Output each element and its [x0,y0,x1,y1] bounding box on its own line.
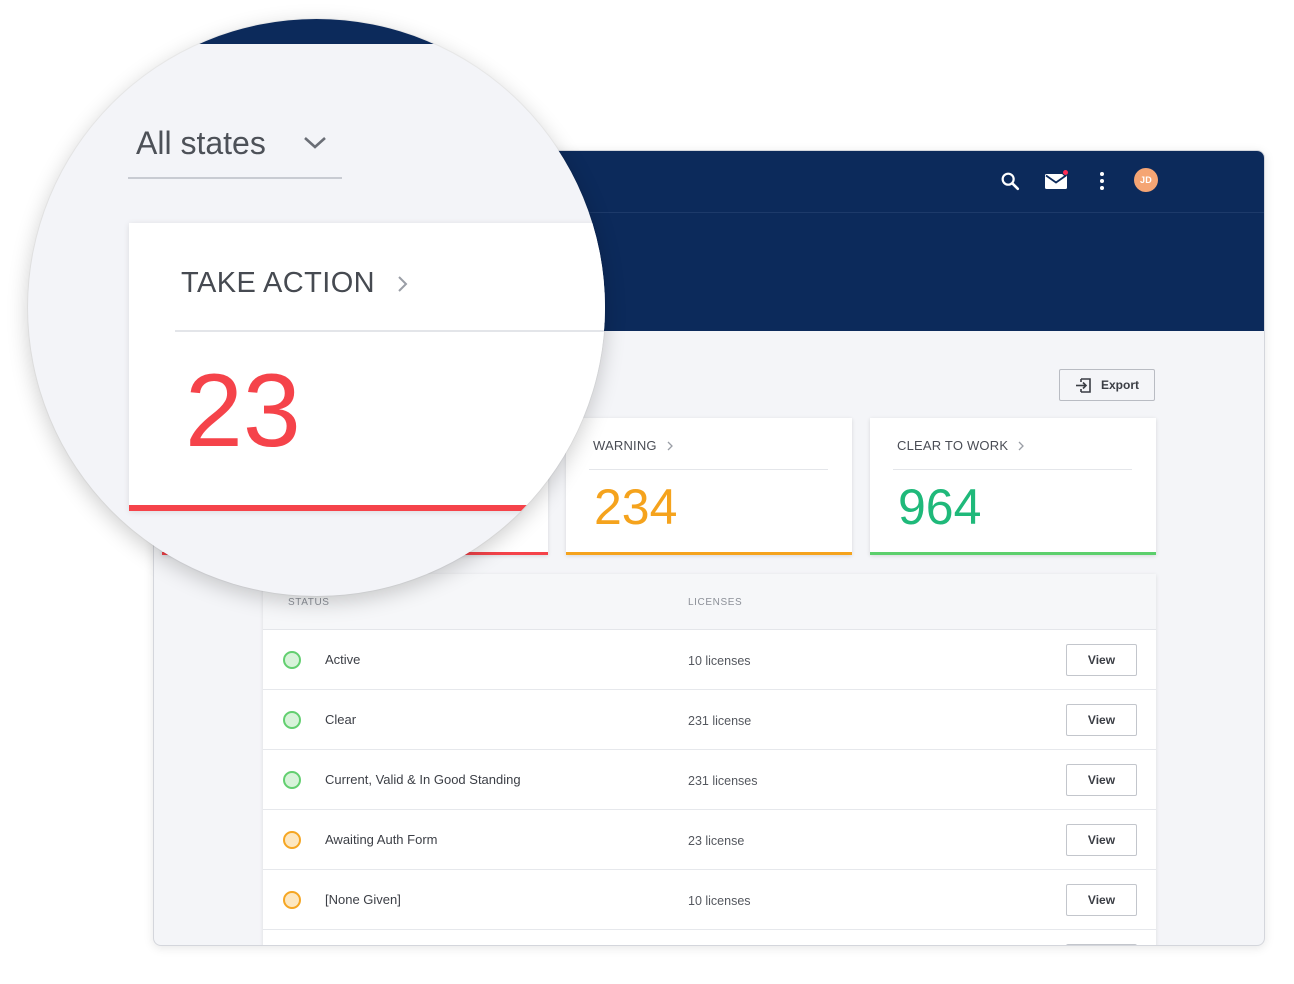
view-button-partial[interactable] [1066,944,1137,945]
table-row: Awaiting Auth Form 23 license View [263,810,1156,870]
export-label: Export [1100,378,1139,392]
card-title[interactable]: CLEAR TO WORK [897,438,1025,453]
view-button[interactable]: View [1066,824,1137,856]
view-button[interactable]: View [1066,644,1137,676]
chevron-right-icon [1018,441,1025,450]
chevron-down-icon [304,137,326,149]
more-vertical-icon[interactable] [1088,167,1116,195]
status-table: STATUS LICENSES Active 10 licenses View … [263,574,1156,945]
card-divider [589,469,828,470]
magnified-navbar [28,19,605,44]
status-dot-orange [283,831,301,849]
card-value: 964 [898,479,982,535]
card-value: 23 [185,353,301,469]
avatar[interactable]: JD [1134,168,1158,192]
license-count: 231 license [688,714,752,728]
license-count: 10 licenses [688,894,751,908]
chevron-right-icon [667,441,673,450]
table-row: [None Given] 10 licenses View [263,870,1156,930]
card-divider [175,330,605,332]
table-row: Clear 231 license View [263,690,1156,750]
table-row [263,930,1156,945]
license-count: 23 license [688,834,745,848]
warning-card[interactable]: WARNING 234 [566,418,852,555]
column-header-licenses[interactable]: LICENSES [688,597,742,608]
status-dot-green [283,771,301,789]
card-title-label: TAKE ACTION [181,267,376,299]
export-icon [1075,377,1091,393]
card-title[interactable]: TAKE ACTION [181,267,408,300]
status-dot-green [283,711,301,729]
view-button[interactable]: View [1066,764,1137,796]
unread-badge [1062,169,1069,176]
status-dot-orange [283,891,301,909]
table-row: Current, Valid & In Good Standing 231 li… [263,750,1156,810]
export-button[interactable]: Export [1059,369,1155,401]
status-label: Awaiting Auth Form [325,832,438,847]
clear-to-work-card[interactable]: CLEAR TO WORK 964 [870,418,1156,555]
search-icon[interactable] [996,167,1024,195]
table-row: Active 10 licenses View [263,630,1156,690]
card-accent-bar [129,505,605,511]
status-label: Clear [325,712,357,727]
view-button[interactable]: View [1066,884,1137,916]
license-count: 10 licenses [688,654,751,668]
status-dot-green [283,651,301,669]
status-label: Current, Valid & In Good Standing [325,772,521,787]
card-title-label: CLEAR TO WORK [897,438,1009,453]
mail-icon[interactable] [1042,167,1070,195]
take-action-card-magnified[interactable]: TAKE ACTION 23 [129,223,605,511]
view-button[interactable]: View [1066,704,1137,736]
state-filter-value: All states [136,125,266,161]
status-label: [None Given] [325,892,401,907]
license-count: 231 licenses [688,774,758,788]
card-value: 234 [594,479,678,535]
state-filter-dropdown[interactable]: All states [128,119,342,179]
chevron-right-icon [398,275,408,292]
column-header-status[interactable]: STATUS [288,597,330,608]
status-label: Active [325,652,361,667]
card-accent-bar [566,552,852,555]
magnifier-callout: All states TAKE ACTION 23 [28,19,605,596]
card-divider [893,469,1132,470]
card-accent-bar [870,552,1156,555]
